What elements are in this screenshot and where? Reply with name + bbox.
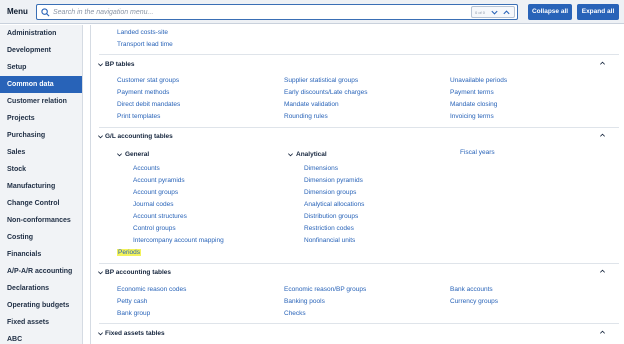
link-economic-reason-bp-groups[interactable]: Economic reason/BP groups [284,286,366,293]
link-early-discounts-late-charges[interactable]: Early discounts/Late charges [284,89,367,96]
menu-label: Menu [7,7,28,16]
expand-all-button[interactable]: Expand all [577,4,619,20]
chevron-down-icon[interactable] [97,269,104,276]
section-title-bp-tables[interactable]: BP tables [105,61,135,68]
sidebar-item-setup[interactable]: Setup [0,59,82,76]
chevron-up-icon[interactable] [599,132,606,139]
link-account-structures[interactable]: Account structures [133,213,187,220]
chevron-up-icon[interactable] [599,329,606,336]
sidebar: Administration Development Setup Common … [0,25,83,344]
subsection-title-analytical[interactable]: Analytical [296,151,327,158]
section-title-fixed-assets-tables[interactable]: Fixed assets tables [105,330,165,337]
sidebar-item-manufacturing[interactable]: Manufacturing [0,178,82,195]
link-landed-costs-site[interactable]: Landed costs-site [117,29,168,36]
chevron-down-icon[interactable] [97,133,104,140]
link-customer-stat-groups[interactable]: Customer stat groups [117,77,179,84]
link-print-templates[interactable]: Print templates [117,113,160,120]
sidebar-item-stock[interactable]: Stock [0,161,82,178]
link-bank-accounts[interactable]: Bank accounts [450,286,493,293]
search-box[interactable]: Search in the navigation menu... 0 of 0 [36,4,518,20]
section-divider [99,323,619,324]
link-analytical-allocations[interactable]: Analytical allocations [304,201,364,208]
section-divider [99,54,619,55]
link-distribution-groups[interactable]: Distribution groups [304,213,358,220]
link-banking-pools[interactable]: Banking pools [284,298,325,305]
link-periods[interactable]: Periods [117,249,142,256]
sidebar-item-declarations[interactable]: Declarations [0,280,82,297]
link-dimensions[interactable]: Dimensions [304,165,338,172]
link-nonfinancial-units[interactable]: Nonfinancial units [304,237,355,244]
link-unavailable-periods[interactable]: Unavailable periods [450,77,507,84]
link-journal-codes[interactable]: Journal codes [133,201,173,208]
sidebar-item-costing[interactable]: Costing [0,229,82,246]
sidebar-item-non-conformances[interactable]: Non-conformances [0,212,82,229]
sidebar-item-fixed-assets[interactable]: Fixed assets [0,314,82,331]
search-count: 0 of 0 [475,10,486,15]
link-invoicing-terms[interactable]: Invoicing terms [450,113,494,120]
link-accounts[interactable]: Accounts [133,165,160,172]
link-petty-cash[interactable]: Petty cash [117,298,147,305]
sidebar-item-customer-relation[interactable]: Customer relation [0,93,82,110]
sidebar-item-administration[interactable]: Administration [0,25,82,42]
search-nav: 0 of 0 [471,6,515,18]
search-icon [41,8,50,17]
sidebar-item-sales[interactable]: Sales [0,144,82,161]
sidebar-item-ap-ar-accounting[interactable]: A/P-A/R accounting [0,263,82,280]
chevron-down-icon[interactable] [97,61,104,68]
link-payment-terms[interactable]: Payment terms [450,89,494,96]
chevron-down-icon[interactable] [490,8,499,17]
chevron-down-icon[interactable] [97,330,104,337]
link-supplier-statistical-groups[interactable]: Supplier statistical groups [284,77,358,84]
chevron-up-icon[interactable] [502,8,511,17]
link-mandate-closing[interactable]: Mandate closing [450,101,497,108]
main-content: Landed costs-site Transport lead time BP… [90,25,624,344]
link-bank-group[interactable]: Bank group [117,310,150,317]
section-title-gl-accounting-tables[interactable]: G/L accounting tables [105,133,173,140]
link-economic-reason-codes[interactable]: Economic reason codes [117,286,186,293]
link-currency-groups[interactable]: Currency groups [450,298,498,305]
link-intercompany-account-mapping[interactable]: Intercompany account mapping [133,237,224,244]
sidebar-item-abc[interactable]: ABC [0,331,82,344]
sidebar-item-common-data[interactable]: Common data [0,76,82,93]
sidebar-item-operating-budgets[interactable]: Operating budgets [0,297,82,314]
chevron-down-icon[interactable] [116,151,123,158]
link-payment-methods[interactable]: Payment methods [117,89,169,96]
link-account-pyramids[interactable]: Account pyramids [133,177,185,184]
link-account-groups[interactable]: Account groups [133,189,178,196]
sidebar-item-financials[interactable]: Financials [0,246,82,263]
section-divider [99,127,619,128]
link-dimension-groups[interactable]: Dimension groups [304,189,356,196]
link-direct-debit-mandates[interactable]: Direct debit mandates [117,101,180,108]
chevron-down-icon[interactable] [287,151,294,158]
sidebar-item-purchasing[interactable]: Purchasing [0,127,82,144]
link-dimension-pyramids[interactable]: Dimension pyramids [304,177,363,184]
search-input[interactable]: Search in the navigation menu... [53,9,153,16]
sidebar-item-projects[interactable]: Projects [0,110,82,127]
link-transport-lead-time[interactable]: Transport lead time [117,41,173,48]
link-restriction-codes[interactable]: Restriction codes [304,225,354,232]
chevron-up-icon[interactable] [599,268,606,275]
top-bar: Menu Search in the navigation menu... 0 … [0,0,624,24]
link-control-groups[interactable]: Control groups [133,225,176,232]
section-divider [99,263,619,264]
section-title-bp-accounting-tables[interactable]: BP accounting tables [105,269,171,276]
collapse-all-button[interactable]: Collapse all [528,4,572,20]
chevron-up-icon[interactable] [599,60,606,67]
link-rounding-rules[interactable]: Rounding rules [284,113,328,120]
link-mandate-validation[interactable]: Mandate validation [284,101,339,108]
sidebar-item-change-control[interactable]: Change Control [0,195,82,212]
link-checks[interactable]: Checks [284,310,306,317]
subsection-title-general[interactable]: General [125,151,149,158]
sidebar-item-development[interactable]: Development [0,42,82,59]
link-fiscal-years[interactable]: Fiscal years [460,149,495,156]
